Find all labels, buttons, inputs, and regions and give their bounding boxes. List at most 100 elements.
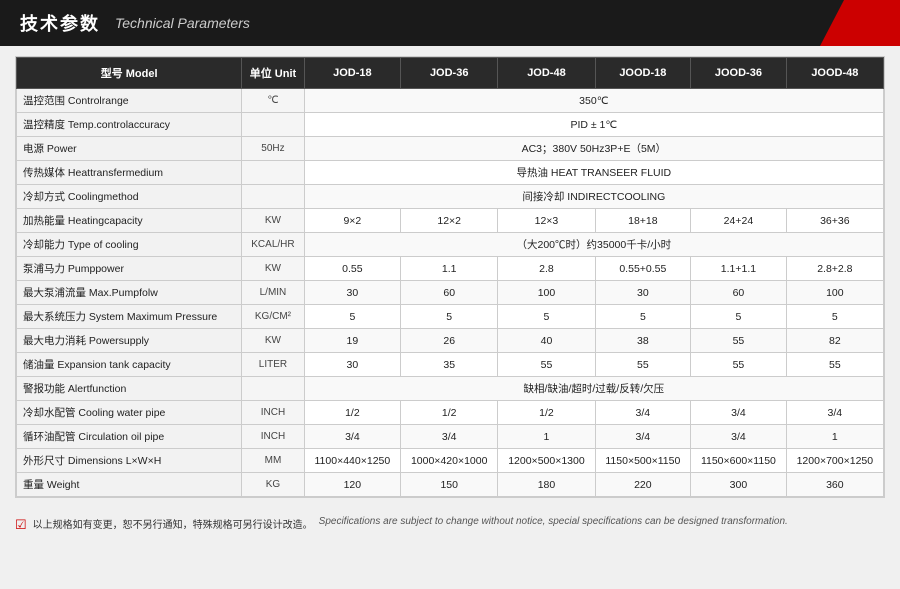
- cell-value-jod48: 55: [498, 353, 595, 377]
- cell-param: 最大电力消耗 Powersupply: [17, 329, 242, 353]
- cell-value-jod36: 1.1: [401, 257, 498, 281]
- header-decoration: [820, 0, 900, 46]
- cell-param: 最大系统压力 System Maximum Pressure: [17, 305, 242, 329]
- params-table: 型号 Model 单位 Unit JOD-18 JOD-36 JOD-48 JO…: [16, 57, 884, 497]
- table-row: 警报功能 Alertfunction 缺相/缺油/超时/过载/反转/欠压: [17, 377, 884, 401]
- col-header-jood18: JOOD-18: [595, 58, 691, 89]
- cell-value-jod48: 2.8: [498, 257, 595, 281]
- cell-value-jood18: 3/4: [595, 425, 691, 449]
- cell-param: 冷却方式 Coolingmethod: [17, 185, 242, 209]
- cell-value-jood36: 55: [691, 353, 787, 377]
- footer-text-en: Specifications are subject to change wit…: [319, 516, 788, 527]
- cell-span: 350℃: [304, 89, 883, 113]
- table-row: 储油量 Expansion tank capacityLITER30355555…: [17, 353, 884, 377]
- cell-unit: MM: [242, 449, 304, 473]
- cell-value-jood36: 1150×600×1150: [691, 449, 787, 473]
- table-row: 传热媒体 Heattransfermedium导热油 HEAT TRANSEER…: [17, 161, 884, 185]
- cell-unit: ℃: [242, 89, 304, 113]
- cell-value-jood48: 82: [786, 329, 883, 353]
- cell-value-jod18: 30: [304, 353, 400, 377]
- cell-param: 最大泵浦流量 Max.Pumpfolw: [17, 281, 242, 305]
- cell-param: 警报功能 Alertfunction: [17, 377, 242, 401]
- cell-value-jod36: 60: [401, 281, 498, 305]
- cell-value-jood36: 5: [691, 305, 787, 329]
- cell-unit: INCH: [242, 401, 304, 425]
- cell-unit: KW: [242, 257, 304, 281]
- cell-param: 温控范围 Controlrange: [17, 89, 242, 113]
- cell-value-jood36: 300: [691, 473, 787, 497]
- cell-value-jod48: 1/2: [498, 401, 595, 425]
- cell-value-jod18: 1100×440×1250: [304, 449, 400, 473]
- cell-value-jod48: 1: [498, 425, 595, 449]
- cell-value-jood18: 30: [595, 281, 691, 305]
- cell-param: 冷却能力 Type of cooling: [17, 233, 242, 257]
- cell-value-jood48: 55: [786, 353, 883, 377]
- footer-note: ☑ 以上规格如有变更，恕不另行通知，特殊规格可另行设计改造。 Specifica…: [0, 508, 900, 541]
- header-title-cn: 技术参数: [20, 10, 100, 36]
- cell-span: PID ± 1℃: [304, 113, 883, 137]
- cell-unit: 50Hz: [242, 137, 304, 161]
- cell-value-jod36: 150: [401, 473, 498, 497]
- cell-unit: [242, 113, 304, 137]
- cell-unit: KG: [242, 473, 304, 497]
- cell-value-jod18: 5: [304, 305, 400, 329]
- cell-unit: LITER: [242, 353, 304, 377]
- col-header-jod48: JOD-48: [498, 58, 595, 89]
- cell-param: 电源 Power: [17, 137, 242, 161]
- cell-span: 间接冷却 INDIRECTCOOLING: [304, 185, 883, 209]
- cell-value-jood18: 55: [595, 353, 691, 377]
- cell-value-jood48: 5: [786, 305, 883, 329]
- table-row: 冷却能力 Type of coolingKCAL/HR（大200℃时）约3500…: [17, 233, 884, 257]
- cell-value-jood36: 1.1+1.1: [691, 257, 787, 281]
- cell-param: 加热能量 Heatingcapacity: [17, 209, 242, 233]
- cell-value-jood36: 24+24: [691, 209, 787, 233]
- col-header-model: 型号 Model: [17, 58, 242, 89]
- cell-value-jod36: 1/2: [401, 401, 498, 425]
- table-row: 最大系统压力 System Maximum PressureKG/CM²5555…: [17, 305, 884, 329]
- cell-unit: KW: [242, 209, 304, 233]
- cell-value-jod18: 1/2: [304, 401, 400, 425]
- col-header-unit: 单位 Unit: [242, 58, 304, 89]
- page-header: 技术参数 Technical Parameters: [0, 0, 900, 46]
- cell-value-jod36: 12×2: [401, 209, 498, 233]
- col-header-jod18: JOD-18: [304, 58, 400, 89]
- table-row: 外形尺寸 Dimensions L×W×HMM1100×440×12501000…: [17, 449, 884, 473]
- cell-value-jod36: 3/4: [401, 425, 498, 449]
- cell-value-jood48: 100: [786, 281, 883, 305]
- cell-unit: [242, 161, 304, 185]
- cell-unit: [242, 185, 304, 209]
- cell-unit: KCAL/HR: [242, 233, 304, 257]
- cell-span: 缺相/缺油/超时/过载/反转/欠压: [304, 377, 883, 401]
- cell-value-jod48: 100: [498, 281, 595, 305]
- table-header-row: 型号 Model 单位 Unit JOD-18 JOD-36 JOD-48 JO…: [17, 58, 884, 89]
- cell-value-jood18: 5: [595, 305, 691, 329]
- page-container: 技术参数 Technical Parameters 型号 Model 单位 Un…: [0, 0, 900, 541]
- cell-param: 重量 Weight: [17, 473, 242, 497]
- table-row: 重量 WeightKG120150180220300360: [17, 473, 884, 497]
- cell-value-jod36: 5: [401, 305, 498, 329]
- table-row: 电源 Power50HzAC3；380V 50Hz3P+E（5M）: [17, 137, 884, 161]
- cell-value-jod18: 19: [304, 329, 400, 353]
- cell-param: 传热媒体 Heattransfermedium: [17, 161, 242, 185]
- cell-value-jood18: 3/4: [595, 401, 691, 425]
- col-header-jood48: JOOD-48: [786, 58, 883, 89]
- footer-text-cn: 以上规格如有变更，恕不另行通知，特殊规格可另行设计改造。: [33, 516, 313, 531]
- table-row: 泵浦马力 PumppowerKW0.551.12.80.55+0.551.1+1…: [17, 257, 884, 281]
- cell-value-jod18: 30: [304, 281, 400, 305]
- cell-unit: KG/CM²: [242, 305, 304, 329]
- cell-value-jood48: 2.8+2.8: [786, 257, 883, 281]
- cell-value-jod48: 180: [498, 473, 595, 497]
- header-title-en: Technical Parameters: [115, 15, 250, 31]
- table-row: 温控范围 Controlrange℃350℃: [17, 89, 884, 113]
- table-row: 温控精度 Temp.controlaccuracyPID ± 1℃: [17, 113, 884, 137]
- cell-unit: L/MIN: [242, 281, 304, 305]
- cell-value-jod36: 26: [401, 329, 498, 353]
- cell-value-jood48: 3/4: [786, 401, 883, 425]
- cell-value-jood36: 60: [691, 281, 787, 305]
- cell-value-jod18: 9×2: [304, 209, 400, 233]
- cell-value-jood36: 3/4: [691, 425, 787, 449]
- cell-value-jod18: 120: [304, 473, 400, 497]
- table-row: 最大泵浦流量 Max.PumpfolwL/MIN30601003060100: [17, 281, 884, 305]
- cell-value-jood48: 1200×700×1250: [786, 449, 883, 473]
- table-row: 加热能量 HeatingcapacityKW9×212×212×318+1824…: [17, 209, 884, 233]
